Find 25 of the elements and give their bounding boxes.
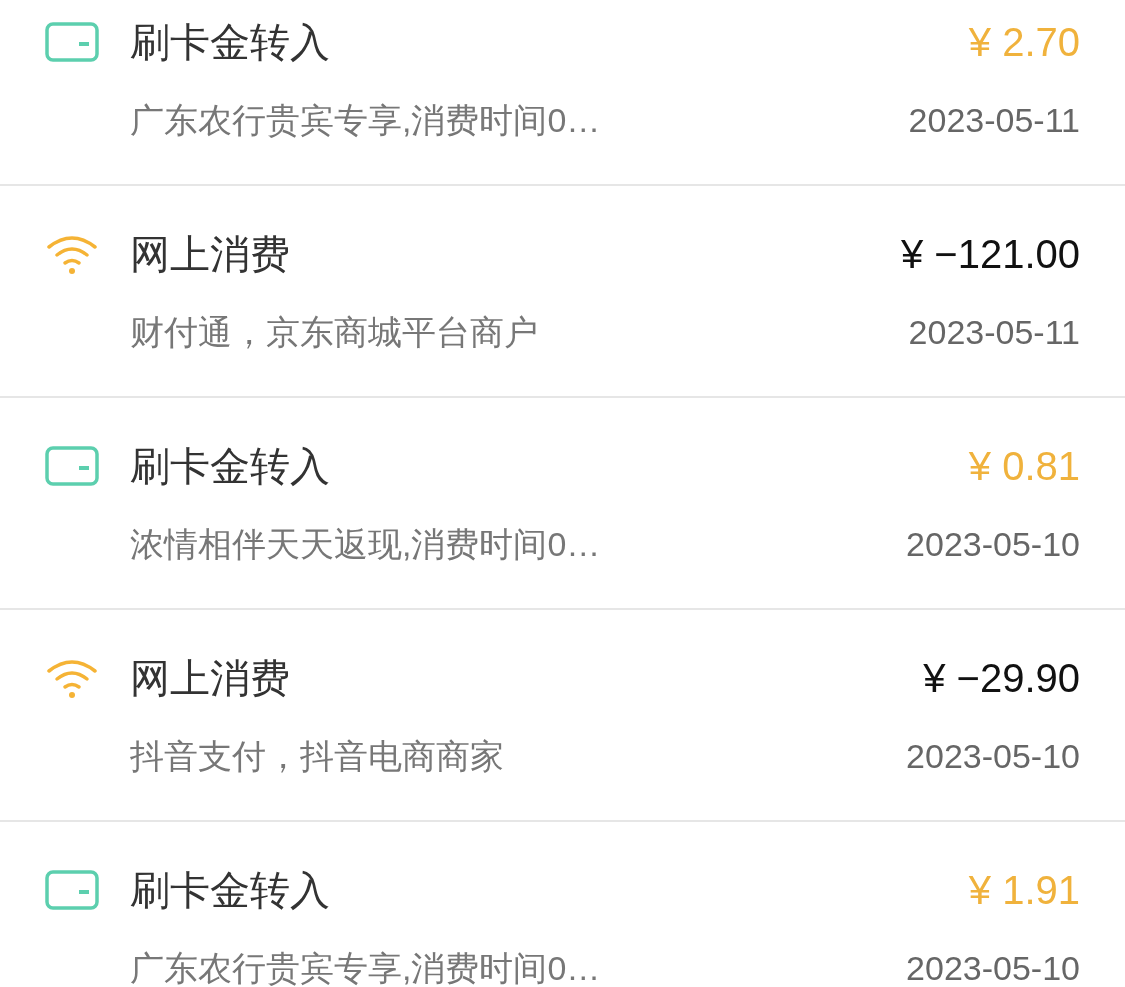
transaction-description: 广东农行贵宾专享,消费时间0… <box>130 947 601 987</box>
transaction-title: 网上消费 <box>130 231 290 278</box>
transaction-description: 广东农行贵宾专享,消费时间0… <box>130 99 601 141</box>
transaction-description: 抖音支付，抖音电商商家 <box>130 735 504 777</box>
transaction-title: 刷卡金转入 <box>130 443 330 490</box>
transaction-amount: ¥ 1.91 <box>968 867 1080 914</box>
transaction-description: 财付通，京东商城平台商户 <box>130 311 538 353</box>
transaction-date: 2023-05-10 <box>906 735 1080 777</box>
transaction-description: 浓情相伴天天返现,消费时间0… <box>130 523 601 565</box>
transaction-date: 2023-05-11 <box>908 311 1080 353</box>
transaction-amount: ¥ 0.81 <box>968 443 1080 490</box>
transaction-amount: ¥ −121.00 <box>900 231 1080 278</box>
wifi-icon <box>45 657 99 699</box>
transaction-title: 网上消费 <box>130 655 290 702</box>
transaction-amount: ¥ 2.70 <box>968 19 1080 66</box>
card-icon <box>45 22 99 62</box>
card-icon <box>45 870 99 910</box>
transaction-title: 刷卡金转入 <box>130 19 330 66</box>
transaction-amount: ¥ −29.90 <box>923 655 1080 702</box>
wifi-icon <box>45 233 99 275</box>
transaction-date: 2023-05-11 <box>908 99 1080 141</box>
transaction-date: 2023-05-10 <box>906 947 1080 987</box>
card-icon <box>45 446 99 486</box>
transaction-date: 2023-05-10 <box>906 523 1080 565</box>
transaction-title: 刷卡金转入 <box>130 867 330 914</box>
